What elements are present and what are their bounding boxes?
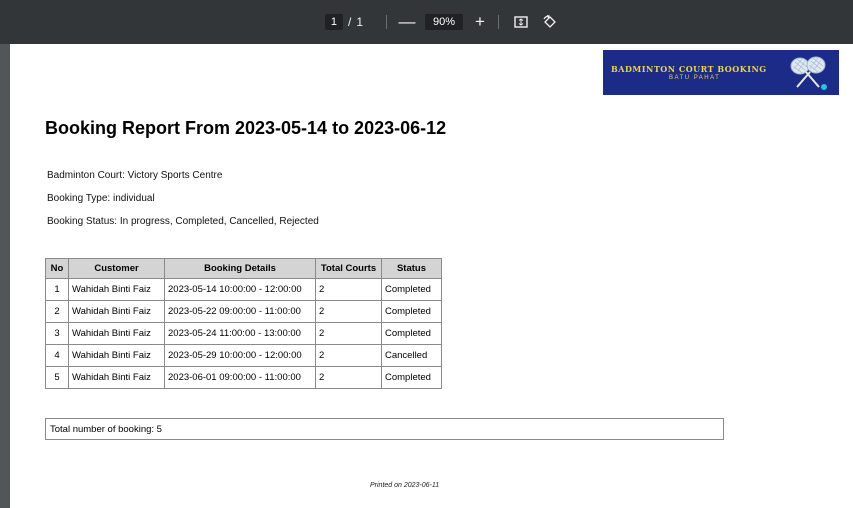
column-header-total-courts: Total Courts <box>315 258 382 279</box>
crossed-rackets-icon <box>790 56 827 90</box>
zoom-value[interactable]: 90% <box>424 14 464 30</box>
cell-booking-details: 2023-05-24 11:00:00 - 13:00:00 <box>164 322 316 345</box>
cell-total-courts: 2 <box>315 300 382 323</box>
cell-customer: Wahidah Binti Faiz <box>68 278 165 301</box>
cell-no: 4 <box>45 344 69 367</box>
rotate-button[interactable] <box>541 0 559 44</box>
total-bookings-text: Total number of booking: 5 <box>50 423 162 435</box>
zoom-level[interactable]: 90% <box>424 0 464 44</box>
pdf-toolbar: 1 / 1 — 90% + <box>0 0 853 44</box>
table-row: 5 Wahidah Binti Faiz 2023-06-01 09:00:00… <box>45 366 442 389</box>
cell-booking-details: 2023-05-22 09:00:00 - 11:00:00 <box>164 300 316 323</box>
toolbar-divider <box>496 0 500 44</box>
cell-total-courts: 2 <box>315 344 382 367</box>
cell-customer: Wahidah Binti Faiz <box>68 366 165 389</box>
page-indicator: 1 / 1 <box>320 0 368 44</box>
page-separator: / <box>348 15 352 29</box>
viewer-gutter <box>0 44 10 508</box>
fit-page-button[interactable] <box>512 0 530 44</box>
pdf-page: BADMINTON COURT BOOKING BATU PAHAT Booki… <box>10 44 853 508</box>
cell-status: Completed <box>381 278 442 301</box>
cell-status: Completed <box>381 366 442 389</box>
table-row: 4 Wahidah Binti Faiz 2023-05-29 10:00:00… <box>45 344 442 367</box>
table-header-row: No Customer Booking Details Total Courts… <box>45 258 442 279</box>
brand-logo: BADMINTON COURT BOOKING BATU PAHAT <box>603 50 839 95</box>
report-title: Booking Report From 2023-05-14 to 2023-0… <box>45 118 447 138</box>
cell-no: 1 <box>45 278 69 301</box>
cell-total-courts: 2 <box>315 366 382 389</box>
current-page-input[interactable]: 1 <box>324 14 344 30</box>
cell-total-courts: 2 <box>315 322 382 345</box>
column-header-no: No <box>45 258 69 279</box>
logo-title: BADMINTON COURT BOOKING <box>611 64 767 74</box>
booking-table: No Customer Booking Details Total Courts… <box>45 258 442 389</box>
cell-booking-details: 2023-06-01 09:00:00 - 11:00:00 <box>164 366 316 389</box>
zoom-out-button[interactable]: — <box>396 0 418 44</box>
total-pages: 1 <box>356 15 364 29</box>
fit-page-icon <box>514 16 528 28</box>
booking-status-line: Booking Status: In progress, Completed, … <box>47 216 319 227</box>
cell-customer: Wahidah Binti Faiz <box>68 300 165 323</box>
zoom-in-button[interactable]: + <box>470 0 490 44</box>
table-row: 1 Wahidah Binti Faiz 2023-05-14 10:00:00… <box>45 278 442 301</box>
cell-booking-details: 2023-05-14 10:00:00 - 12:00:00 <box>164 278 316 301</box>
total-bookings-box: Total number of booking: 5 <box>45 418 724 440</box>
column-header-status: Status <box>381 258 442 279</box>
booking-type-line: Booking Type: individual <box>47 193 155 204</box>
cell-booking-details: 2023-05-29 10:00:00 - 12:00:00 <box>164 344 316 367</box>
table-row: 2 Wahidah Binti Faiz 2023-05-22 09:00:00… <box>45 300 442 323</box>
cell-customer: Wahidah Binti Faiz <box>68 344 165 367</box>
cell-total-courts: 2 <box>315 278 382 301</box>
cell-no: 3 <box>45 322 69 345</box>
toolbar-divider <box>384 0 388 44</box>
cell-customer: Wahidah Binti Faiz <box>68 322 165 345</box>
column-header-customer: Customer <box>68 258 165 279</box>
logo-subtitle: BATU PAHAT <box>669 75 721 81</box>
cell-no: 5 <box>45 366 69 389</box>
cell-status: Completed <box>381 322 442 345</box>
cell-status: Completed <box>381 300 442 323</box>
column-header-booking-details: Booking Details <box>164 258 316 279</box>
printed-date: Printed on 2023-06-11 <box>370 482 440 489</box>
rotate-icon <box>543 15 556 28</box>
cell-no: 2 <box>45 300 69 323</box>
court-line: Badminton Court: Victory Sports Centre <box>47 170 223 181</box>
table-row: 3 Wahidah Binti Faiz 2023-05-24 11:00:00… <box>45 322 442 345</box>
cell-status: Cancelled <box>381 344 442 367</box>
